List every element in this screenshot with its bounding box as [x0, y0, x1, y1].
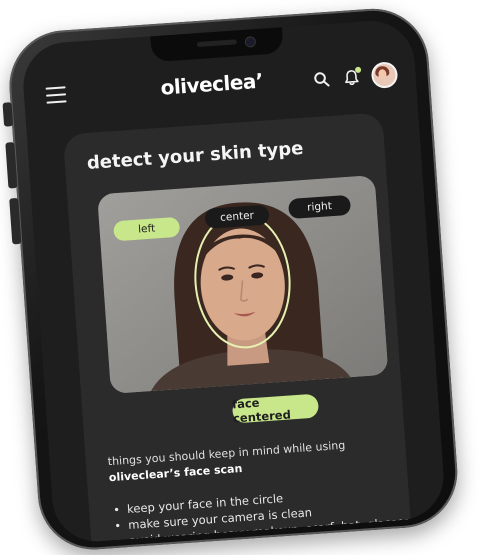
status-badge: face centered: [232, 393, 320, 425]
phone-mockup: oliveclea’ detect your skin type left ce…: [0, 0, 500, 554]
tips-intro: things you should keep in mind while usi…: [107, 434, 399, 486]
app-header: oliveclea’: [23, 52, 417, 119]
search-icon[interactable]: [311, 69, 332, 90]
header-actions: [311, 61, 399, 93]
hamburger-icon[interactable]: [45, 86, 67, 104]
front-camera: [244, 35, 257, 48]
phone-screen: oliveclea’ detect your skin type left ce…: [20, 18, 447, 545]
mute-switch: [2, 102, 14, 127]
avatar[interactable]: [370, 61, 399, 89]
card-title: detect your skin type: [86, 137, 305, 175]
speaker-grille: [196, 39, 237, 48]
bell-icon[interactable]: [341, 66, 362, 88]
skin-scan-card: detect your skin type left center right …: [62, 112, 446, 545]
brand-logo: oliveclea’: [159, 68, 264, 100]
notification-dot: [354, 66, 362, 74]
